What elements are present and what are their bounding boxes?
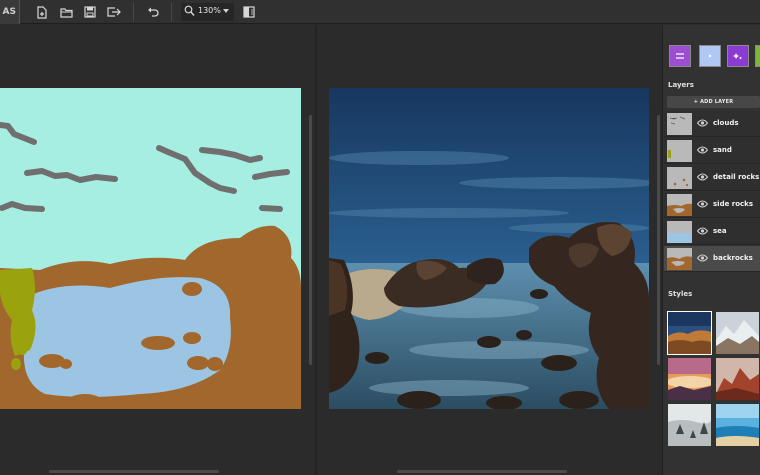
layer-thumbnail [667, 221, 692, 243]
layer-name: sand [713, 146, 732, 154]
app-logo-text: AS [2, 7, 16, 17]
open-file-button[interactable] [58, 4, 74, 20]
style-thumb-dusk-coast[interactable] [667, 311, 712, 355]
canvas-vertical-scrollbar[interactable] [309, 115, 312, 365]
style-thumb-sunset-clouds[interactable] [668, 358, 711, 400]
layer-name: clouds [713, 119, 739, 127]
layer-item-clouds[interactable]: clouds [664, 111, 760, 137]
brush-swatch-clouds[interactable] [727, 45, 749, 67]
style-thumb-misty-forest[interactable] [668, 404, 711, 446]
equals-icon [676, 53, 684, 59]
eye-icon[interactable] [697, 173, 708, 181]
save-icon [84, 6, 96, 18]
output-horizontal-scrollbar[interactable] [397, 470, 567, 473]
layer-item-sand[interactable]: sand [664, 138, 760, 164]
brush-swatch-grass[interactable] [755, 45, 760, 67]
layer-name: detail rocks [713, 173, 760, 181]
styles-title: Styles [668, 290, 693, 298]
layers-title: Layers [668, 81, 694, 89]
toolbar-divider [133, 3, 134, 21]
layer-item-sea[interactable]: sea [664, 219, 760, 245]
style-thumb-red-canyon[interactable] [716, 358, 759, 400]
layer-item-backrocks[interactable]: backrocks [664, 246, 760, 272]
brush-swatch-sea[interactable] [699, 45, 721, 67]
brush-swatch-sky[interactable] [669, 45, 691, 67]
segmentation-drawing [0, 88, 301, 409]
new-file-button[interactable] [34, 4, 50, 20]
zoom-value: 130% [198, 6, 221, 15]
landscape-photo [329, 88, 649, 409]
open-folder-icon [59, 7, 73, 18]
app-logo: AS [0, 0, 20, 24]
toolbar-divider [171, 3, 172, 21]
layer-item-detail-rocks[interactable]: detail rocks [664, 165, 760, 191]
style-thumb-snow-peaks[interactable] [716, 312, 759, 354]
undo-icon [148, 7, 159, 17]
eye-icon[interactable] [697, 254, 708, 262]
output-vertical-scrollbar[interactable] [657, 115, 660, 365]
layer-thumbnail [667, 113, 692, 135]
split-view-button[interactable] [241, 4, 257, 20]
layer-name: sea [713, 227, 727, 235]
layer-thumbnail [667, 167, 692, 189]
export-icon [107, 7, 121, 17]
eye-icon[interactable] [697, 146, 708, 154]
layer-thumbnail [667, 248, 692, 270]
layer-item-side-rocks[interactable]: side rocks [664, 192, 760, 218]
magnifier-icon [184, 5, 195, 16]
save-button[interactable] [82, 4, 98, 20]
wave-icon [708, 54, 712, 58]
segmentation-canvas[interactable] [0, 88, 301, 409]
layer-name: side rocks [713, 200, 753, 208]
new-file-icon [37, 5, 47, 19]
chevron-down-icon [223, 9, 229, 13]
export-button[interactable] [106, 4, 122, 20]
eye-icon[interactable] [697, 200, 708, 208]
zoom-dropdown[interactable]: 130% [181, 3, 234, 21]
top-toolbar: AS 130% [0, 0, 760, 24]
undo-button[interactable] [145, 4, 161, 20]
split-view-icon [243, 6, 255, 18]
layer-name: backrocks [713, 254, 753, 262]
generated-image [329, 88, 649, 409]
sparkle-icon [733, 53, 742, 59]
eye-icon[interactable] [697, 119, 708, 127]
add-layer-button[interactable]: + ADD LAYER [667, 96, 760, 108]
style-thumb-tropical-beach[interactable] [716, 404, 759, 446]
eye-icon[interactable] [697, 227, 708, 235]
layer-thumbnail [667, 140, 692, 162]
layer-thumbnail [667, 194, 692, 216]
canvas-horizontal-scrollbar[interactable] [49, 470, 219, 473]
